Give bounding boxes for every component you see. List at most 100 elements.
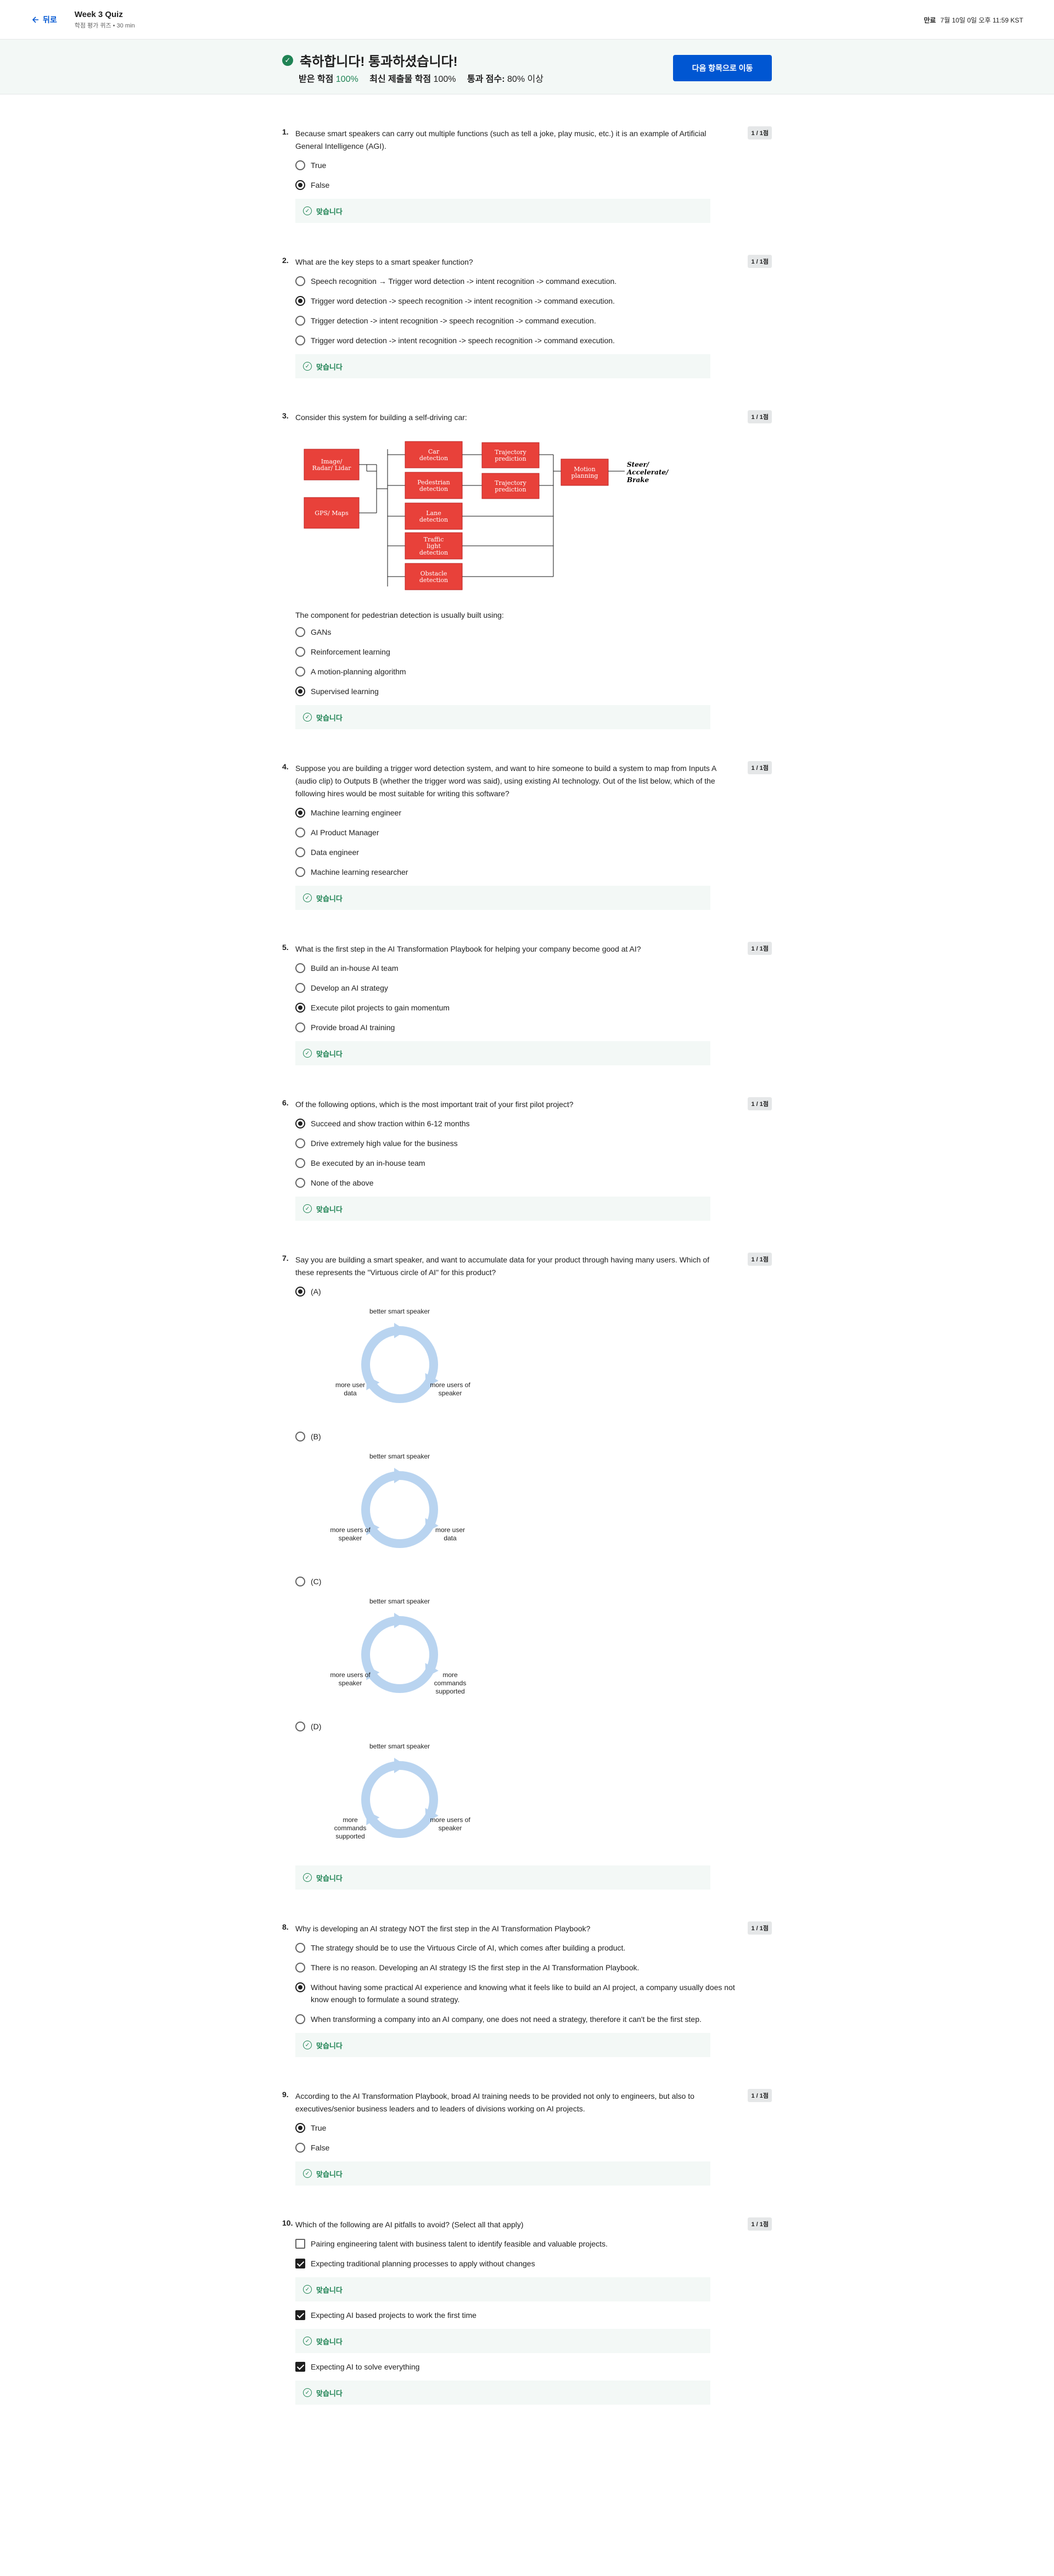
option-label: Machine learning engineer (311, 808, 401, 817)
radio-option[interactable]: Develop an AI strategy (295, 982, 772, 994)
radio-option[interactable]: True (295, 159, 772, 171)
pass-title: ✓ 축하합니다! 통과하셨습니다! (282, 51, 458, 70)
back-label: 뒤로 (43, 15, 57, 24)
radio-button[interactable] (295, 1722, 305, 1731)
input-box-gps: GPS/ Maps (304, 497, 360, 529)
checkbox-option[interactable]: Pairing engineering talent with business… (295, 2238, 772, 2250)
radio-button[interactable] (295, 847, 305, 857)
points-badge: 1 / 1점 (748, 255, 772, 268)
radio-option[interactable]: Succeed and show traction within 6-12 mo… (295, 1117, 772, 1130)
radio-option[interactable]: Trigger word detection -> intent recogni… (295, 334, 772, 347)
radio-button[interactable] (295, 2123, 305, 2133)
radio-button[interactable] (295, 336, 305, 345)
checkbox[interactable] (295, 2259, 305, 2268)
radio-button[interactable] (295, 1003, 305, 1013)
question-subprompt: The component for pedestrian detection i… (295, 611, 504, 619)
radio-button[interactable] (295, 667, 305, 677)
svg-text:prediction: prediction (495, 455, 526, 462)
svg-text:prediction: prediction (495, 486, 526, 493)
radio-option[interactable]: The strategy should be to use the Virtuo… (295, 1942, 772, 1954)
radio-button[interactable] (295, 1432, 305, 1441)
radio-button[interactable] (295, 867, 305, 877)
next-item-button[interactable]: 다음 항목으로 이동 (673, 55, 772, 81)
radio-option[interactable]: GANs (295, 626, 772, 638)
radio-option[interactable]: Trigger word detection -> speech recogni… (295, 295, 772, 307)
radio-button[interactable] (295, 1577, 305, 1586)
radio-button[interactable] (295, 1119, 305, 1128)
radio-button[interactable] (295, 276, 305, 286)
radio-option[interactable]: Provide broad AI training (295, 1021, 772, 1033)
radio-option[interactable]: There is no reason. Developing an AI str… (295, 1962, 772, 1974)
radio-option[interactable]: True (295, 2122, 772, 2134)
cycle-top-label: better smart speaker (369, 1742, 430, 1750)
radio-button[interactable] (295, 963, 305, 973)
checkbox[interactable] (295, 2362, 305, 2372)
radio-option[interactable]: Drive extremely high value for the busin… (295, 1137, 772, 1149)
radio-option[interactable]: A motion-planning algorithm (295, 666, 772, 678)
question-number: 8. (282, 1923, 289, 1931)
question-prompt: Consider this system for building a self… (295, 413, 467, 422)
radio-option[interactable]: Reinforcement learning (295, 646, 772, 658)
correct-feedback: ✓ 맞습니다 (295, 199, 710, 223)
radio-button[interactable] (295, 296, 305, 306)
radio-option[interactable]: (D) (295, 1720, 772, 1733)
checkbox-option[interactable]: Expecting AI to solve everything (295, 2361, 772, 2373)
received-grade-label: 받은 학점 (299, 75, 334, 84)
virtuous-circle-figure: better smart speaker more users of speake… (312, 1595, 487, 1711)
radio-button[interactable] (295, 983, 305, 993)
radio-option[interactable]: (A) (295, 1286, 772, 1298)
radio-button[interactable] (295, 1287, 305, 1297)
svg-text:Accelerate/: Accelerate/ (626, 468, 669, 476)
radio-button[interactable] (295, 1178, 305, 1188)
radio-option[interactable]: Data engineer (295, 846, 772, 858)
points-badge: 1 / 1점 (748, 126, 772, 139)
radio-button[interactable] (295, 2014, 305, 2024)
radio-option[interactable]: Execute pilot projects to gain momentum (295, 1002, 772, 1014)
radio-button[interactable] (295, 828, 305, 837)
radio-option[interactable]: AI Product Manager (295, 826, 772, 839)
radio-option[interactable]: False (295, 2142, 772, 2154)
radio-option[interactable]: Speech recognition → Trigger word detect… (295, 275, 772, 287)
cycle-left-label: more users of speaker (330, 1526, 371, 1542)
radio-button[interactable] (295, 1158, 305, 1168)
pass-score-label: 통과 점수: (467, 75, 505, 84)
radio-button[interactable] (295, 627, 305, 637)
check-circle-icon: ✓ (303, 1873, 312, 1882)
radio-button[interactable] (295, 686, 305, 696)
radio-option[interactable]: False (295, 179, 772, 191)
radio-option[interactable]: (C) (295, 1575, 772, 1588)
radio-option[interactable]: Build an in-house AI team (295, 962, 772, 974)
back-button[interactable]: 뒤로 (31, 14, 57, 25)
cycle-ring (361, 1761, 438, 1838)
radio-button[interactable] (295, 316, 305, 326)
radio-option[interactable]: When transforming a company into an AI c… (295, 2013, 772, 2025)
feedback-text: 맞습니다 (316, 1205, 343, 1214)
checkbox-option[interactable]: Expecting AI based projects to work the … (295, 2309, 772, 2321)
radio-option[interactable]: None of the above (295, 1177, 772, 1189)
radio-button[interactable] (295, 160, 305, 170)
radio-button[interactable] (295, 1138, 305, 1148)
checkbox-option[interactable]: Expecting traditional planning processes… (295, 2258, 772, 2270)
radio-button[interactable] (295, 1022, 305, 1032)
radio-button[interactable] (295, 1943, 305, 1953)
radio-button[interactable] (295, 1982, 305, 1992)
svg-text:Brake: Brake (626, 476, 649, 484)
radio-button[interactable] (295, 2143, 305, 2153)
radio-option[interactable]: Trigger detection -> intent recognition … (295, 315, 772, 327)
checkbox[interactable] (295, 2310, 305, 2320)
option-label: Trigger detection -> intent recognition … (311, 316, 596, 325)
checkbox[interactable] (295, 2239, 305, 2249)
radio-option[interactable]: Without having some practical AI experie… (295, 1981, 772, 2005)
cycle-right-label: more commands supported (434, 1671, 467, 1695)
radio-option[interactable]: Supervised learning (295, 685, 772, 697)
radio-option[interactable]: Machine learning engineer (295, 807, 772, 819)
radio-button[interactable] (295, 1963, 305, 1972)
radio-option[interactable]: Machine learning researcher (295, 866, 772, 878)
radio-button[interactable] (295, 647, 305, 657)
radio-button[interactable] (295, 808, 305, 818)
check-circle-icon: ✓ (303, 2285, 312, 2294)
radio-option[interactable]: Be executed by an in-house team (295, 1157, 772, 1169)
radio-option[interactable]: (B) (295, 1431, 772, 1443)
radio-button[interactable] (295, 180, 305, 190)
cycle-arrowhead (394, 1468, 406, 1483)
